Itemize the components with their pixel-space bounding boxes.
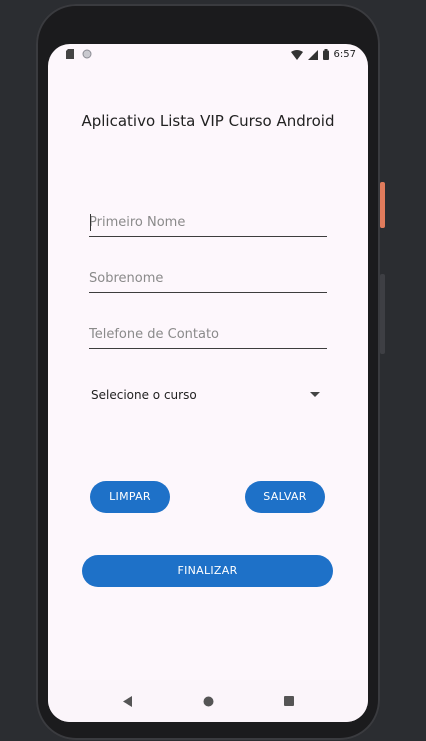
back-icon[interactable] — [122, 695, 133, 707]
clear-button[interactable]: LIMPAR — [90, 481, 170, 513]
signal-icon — [307, 49, 318, 60]
navigation-bar — [48, 680, 368, 722]
wifi-icon — [290, 49, 303, 60]
finish-button[interactable]: FINALIZAR — [82, 555, 333, 587]
home-icon[interactable] — [203, 696, 214, 707]
first-name-field[interactable] — [89, 210, 327, 234]
first-name-field-container — [89, 210, 327, 237]
circle-notification-icon — [82, 49, 92, 59]
last-name-field-container — [89, 266, 327, 293]
last-name-field[interactable] — [89, 266, 327, 290]
phone-field-container — [89, 322, 327, 349]
volume-button — [380, 274, 385, 354]
save-button[interactable]: SALVAR — [245, 481, 325, 513]
sd-card-icon — [66, 49, 74, 59]
battery-icon — [322, 49, 329, 60]
course-spinner-value: Selecione o curso — [91, 388, 197, 402]
recents-icon[interactable] — [283, 696, 294, 706]
device-screen: 6:57 Aplicativo Lista VIP Curso Android … — [48, 44, 368, 722]
page-title: Aplicativo Lista VIP Curso Android — [81, 112, 335, 130]
phone-field[interactable] — [89, 322, 327, 346]
clock: 6:57 — [333, 49, 356, 60]
power-button — [380, 182, 385, 228]
course-spinner[interactable]: Selecione o curso — [91, 384, 324, 406]
status-bar: 6:57 — [48, 44, 368, 66]
text-cursor — [90, 214, 91, 231]
dropdown-arrow-icon — [310, 392, 320, 397]
